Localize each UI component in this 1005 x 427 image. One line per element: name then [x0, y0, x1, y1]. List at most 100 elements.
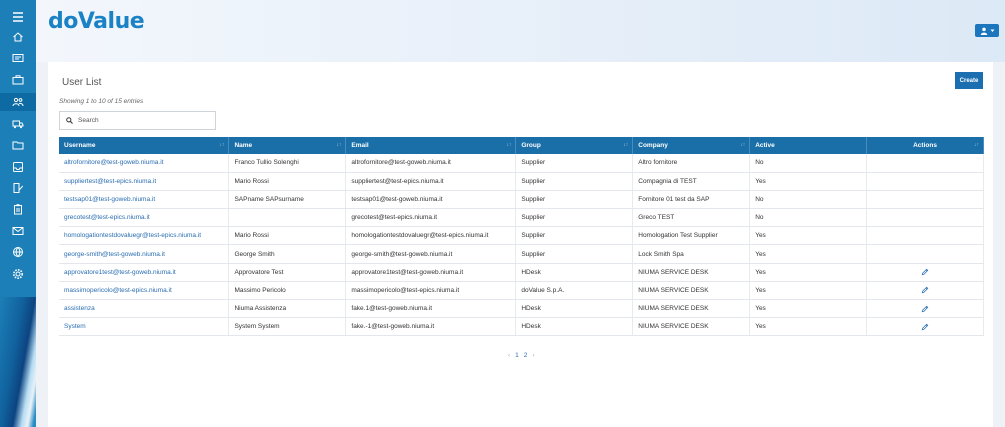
- column-header-label: Group: [521, 142, 541, 149]
- table-row: massimopericolo@test-epics.niuma.it Massi…: [59, 281, 984, 301]
- cell-email: george-smith@test-goweb.niuma.it: [345, 244, 517, 264]
- sidebar-decoration: [0, 297, 36, 427]
- sidebar-item-mail[interactable]: [0, 222, 36, 240]
- sidebar-item-inbox[interactable]: [0, 158, 36, 176]
- column-header-active[interactable]: Active: [749, 137, 868, 154]
- cell-username[interactable]: approvatore1test@test-goweb.niuma.it: [59, 263, 230, 282]
- user-menu-button[interactable]: [975, 24, 999, 37]
- cell-group: Supplier: [515, 172, 634, 191]
- user-list-card: User List Create Showing 1 to 10 of 15 e…: [48, 62, 993, 427]
- sort-icon[interactable]: ↓↑: [219, 142, 224, 148]
- column-header-actions[interactable]: Actions ↓↑: [866, 137, 984, 154]
- edit-pencil-icon[interactable]: [921, 268, 929, 276]
- sidebar-item-clipboard[interactable]: [0, 200, 36, 218]
- sidebar-item-briefcase[interactable]: [0, 71, 36, 89]
- table-row: altrofornitore@test-goweb.niuma.it Franco…: [59, 154, 984, 173]
- column-header-name[interactable]: Name ↓↑: [228, 137, 347, 154]
- pagination-page-1[interactable]: 1: [515, 352, 519, 359]
- sidebar-item-gear[interactable]: [0, 265, 36, 283]
- edit-pencil-icon[interactable]: [921, 286, 929, 294]
- sort-icon[interactable]: ↓↑: [336, 142, 341, 148]
- table-row: assistenza Niuma Assistenza fake.1@test-go…: [59, 299, 984, 319]
- column-header-label: Actions: [913, 142, 937, 149]
- users-icon: [12, 97, 24, 107]
- sort-icon[interactable]: ↓↑: [974, 142, 979, 148]
- globe-icon: [13, 247, 23, 258]
- sidebar-item-globe[interactable]: [0, 243, 36, 261]
- page-title: User List: [62, 77, 102, 88]
- cell-username[interactable]: System: [59, 317, 230, 337]
- cell-group: Supplier: [515, 154, 634, 173]
- cell-name: Mario Rossi: [228, 226, 347, 246]
- sidebar-item-users[interactable]: [0, 93, 36, 111]
- search-box: [59, 111, 216, 130]
- cell-group: Supplier: [515, 208, 634, 228]
- cell-username[interactable]: grecotest@test-epics.niuma.it: [59, 208, 230, 228]
- search-input[interactable]: [78, 117, 208, 124]
- column-header-label: Name: [234, 142, 253, 149]
- sidebar-item-home[interactable]: [0, 28, 36, 46]
- cell-company: Homologation Test Supplier: [632, 226, 751, 246]
- briefcase-icon: [12, 75, 24, 85]
- cell-active: Yes: [749, 263, 868, 282]
- column-header-label: Company: [638, 142, 668, 149]
- table-row: suppliertest@test-epics.niuma.it Mario Ro…: [59, 172, 984, 191]
- truck-icon: [12, 120, 24, 129]
- cell-group: Supplier: [515, 244, 634, 264]
- cell-username[interactable]: testsap01@test-goweb.niuma.it: [59, 190, 230, 210]
- users-table: Username ↓↑ Name ↓↑ Email ↓↑ Group ↓↑ Company ↓↑ A…: [59, 137, 984, 337]
- create-button[interactable]: Create: [955, 72, 983, 89]
- cell-username[interactable]: massimopericolo@test-epics.niuma.it: [59, 281, 230, 301]
- sort-icon[interactable]: ↓↑: [506, 142, 511, 148]
- cell-username[interactable]: homologationtestdovaluegr@test-epics.niu…: [59, 226, 230, 246]
- cell-username[interactable]: suppliertest@test-epics.niuma.it: [59, 172, 230, 191]
- cell-actions: [866, 317, 984, 337]
- cell-company: NIUMA SERVICE DESK: [632, 281, 751, 301]
- cell-company: Lock Smith Spa: [632, 244, 751, 264]
- cell-actions: [866, 190, 984, 210]
- column-header-company[interactable]: Company ↓↑: [632, 137, 751, 154]
- cell-username[interactable]: altrofornitore@test-goweb.niuma.it: [59, 154, 230, 173]
- cell-active: Yes: [749, 226, 868, 246]
- cell-name: Franco Tullio Solenghi: [228, 154, 347, 173]
- sidebar-item-edit-document[interactable]: [0, 179, 36, 197]
- cell-username[interactable]: assistenza: [59, 299, 230, 319]
- cell-active: Yes: [749, 281, 868, 301]
- pagination-prev[interactable]: ‹: [508, 352, 510, 359]
- cell-email: altrofornitore@test-goweb.niuma.it: [345, 154, 517, 173]
- edit-document-icon: [13, 183, 23, 193]
- column-header-email[interactable]: Email ↓↑: [345, 137, 517, 154]
- table-row: testsap01@test-goweb.niuma.it SAPname SAP…: [59, 190, 984, 210]
- cell-name: Approvatore Test: [228, 263, 347, 282]
- table-header-row: Username ↓↑ Name ↓↑ Email ↓↑ Group ↓↑ Company ↓↑ A…: [59, 137, 984, 154]
- sidebar-item-id-card[interactable]: [0, 49, 36, 67]
- sort-icon[interactable]: ↓↑: [740, 142, 745, 148]
- sort-icon[interactable]: ↓↑: [623, 142, 628, 148]
- id-card-icon: [12, 54, 24, 62]
- sidebar-item-folder[interactable]: [0, 136, 36, 154]
- cell-company: NIUMA SERVICE DESK: [632, 263, 751, 282]
- table-row: grecotest@test-epics.niuma.it grecotest@t…: [59, 208, 984, 228]
- cell-email: grecotest@test-epics.niuma.it: [345, 208, 517, 228]
- edit-pencil-icon[interactable]: [921, 323, 929, 331]
- home-icon: [13, 32, 23, 42]
- mail-icon: [12, 227, 24, 235]
- sidebar-item-truck[interactable]: [0, 115, 36, 133]
- edit-pencil-icon[interactable]: [921, 305, 929, 313]
- table-row: approvatore1test@test-goweb.niuma.it Appr…: [59, 263, 984, 282]
- cell-company: Greco TEST: [632, 208, 751, 228]
- cell-company: NIUMA SERVICE DESK: [632, 317, 751, 337]
- sidebar-item-menu[interactable]: [0, 8, 36, 26]
- cell-group: Supplier: [515, 190, 634, 210]
- table-row: george-smith@test-goweb.niuma.it George S…: [59, 244, 984, 264]
- cell-email: approvatore1test@test-goweb.niuma.it: [345, 263, 517, 282]
- column-header-username[interactable]: Username ↓↑: [59, 137, 230, 154]
- pagination-page-2[interactable]: 2: [524, 352, 528, 359]
- caret-down-icon: [990, 29, 994, 32]
- cell-username[interactable]: george-smith@test-goweb.niuma.it: [59, 244, 230, 264]
- cell-name: Niuma Assistenza: [228, 299, 347, 319]
- menu-icon: [13, 12, 23, 22]
- pagination-next[interactable]: ›: [532, 352, 534, 359]
- table-row: homologationtestdovaluegr@test-epics.niu…: [59, 226, 984, 246]
- column-header-group[interactable]: Group ↓↑: [515, 137, 634, 154]
